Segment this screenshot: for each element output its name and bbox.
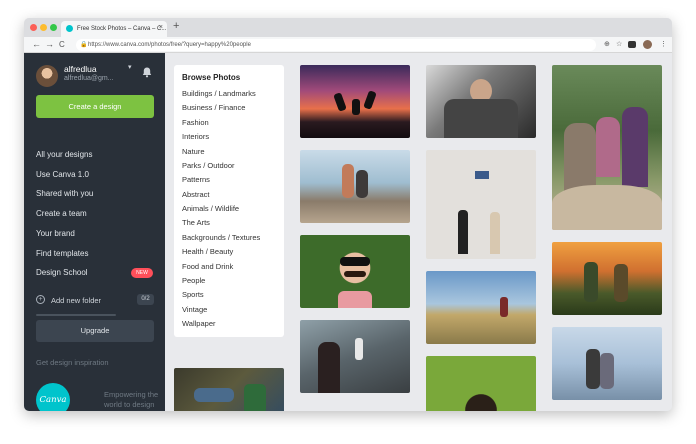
browse-title: Browse Photos bbox=[182, 73, 241, 82]
nav-use-canva-1[interactable]: Use Canva 1.0 bbox=[36, 170, 89, 179]
photo-field-walk[interactable] bbox=[426, 271, 536, 344]
tab-title: Free Stock Photos – Canva – C... bbox=[77, 26, 167, 32]
forward-icon[interactable]: → bbox=[45, 39, 54, 49]
category-backgrounds-textures[interactable]: Backgrounds / Textures bbox=[182, 233, 260, 242]
category-buildings-landmarks[interactable]: Buildings / Landmarks bbox=[182, 89, 256, 98]
category-the-arts[interactable]: The Arts bbox=[182, 218, 210, 227]
browser-window: Free Stock Photos – Canva – C... × + ← →… bbox=[24, 18, 672, 411]
category-food-drink[interactable]: Food and Drink bbox=[182, 262, 233, 271]
tagline: Empowering the world to design bbox=[104, 390, 159, 409]
create-design-button[interactable]: Create a design bbox=[36, 95, 154, 118]
profile-avatar-icon[interactable] bbox=[643, 40, 652, 49]
notification-bell-icon[interactable] bbox=[141, 66, 153, 78]
avatar[interactable] bbox=[36, 65, 58, 87]
add-folder-button[interactable]: Add new folder bbox=[51, 296, 101, 305]
category-vintage[interactable]: Vintage bbox=[182, 305, 207, 314]
photo-family-rock[interactable] bbox=[552, 65, 662, 230]
canva-logo: Canva bbox=[36, 383, 70, 411]
category-animals-wildlife[interactable]: Animals / Wildlife bbox=[182, 204, 239, 213]
new-badge: NEW bbox=[131, 268, 153, 278]
add-folder-icon[interactable]: + bbox=[36, 295, 45, 304]
user-email: alfredlua@gm... bbox=[64, 75, 114, 82]
category-people[interactable]: People bbox=[182, 276, 205, 285]
minimize-window-button[interactable] bbox=[40, 24, 47, 31]
design-inspiration-link[interactable]: Get design inspiration bbox=[36, 358, 109, 367]
maximize-window-button[interactable] bbox=[50, 24, 57, 31]
category-business-finance[interactable]: Business / Finance bbox=[182, 103, 245, 112]
category-nature[interactable]: Nature bbox=[182, 147, 205, 156]
back-icon[interactable]: ← bbox=[32, 39, 41, 49]
nav-shared-with-you[interactable]: Shared with you bbox=[36, 189, 93, 198]
address-bar: ← → C 🔒 https://www.canva.com/photos/fre… bbox=[24, 37, 672, 53]
category-sports[interactable]: Sports bbox=[182, 290, 204, 299]
photo-kids-sunset[interactable] bbox=[552, 242, 662, 315]
browser-menu-icon[interactable]: ⋮ bbox=[660, 40, 667, 48]
browse-photos-panel: Browse Photos Buildings / Landmarks Busi… bbox=[174, 65, 284, 337]
lock-icon: 🔒 bbox=[80, 42, 88, 48]
main-content: Browse Photos Buildings / Landmarks Busi… bbox=[165, 53, 672, 411]
photo-group-selfie[interactable] bbox=[426, 65, 536, 138]
category-parks-outdoor[interactable]: Parks / Outdoor bbox=[182, 161, 235, 170]
category-health-beauty[interactable]: Health / Beauty bbox=[182, 247, 233, 256]
user-name[interactable]: alfredlua bbox=[64, 64, 97, 74]
category-wallpaper[interactable]: Wallpaper bbox=[182, 319, 216, 328]
photo-green-portrait[interactable] bbox=[426, 356, 536, 411]
category-abstract[interactable]: Abstract bbox=[182, 190, 210, 199]
canva-favicon-icon bbox=[66, 25, 73, 32]
photo-beach-friends[interactable] bbox=[300, 150, 410, 223]
url-field[interactable]: 🔒 https://www.canva.com/photos/free/?que… bbox=[76, 39, 596, 51]
photo-fake-mustache[interactable] bbox=[300, 235, 410, 308]
sidebar: alfredlua ▾ alfredlua@gm... Create a des… bbox=[24, 53, 165, 411]
nav-find-templates[interactable]: Find templates bbox=[36, 249, 88, 258]
photo-jumping-sunset[interactable] bbox=[300, 65, 410, 138]
new-tab-button[interactable]: + bbox=[173, 20, 179, 32]
close-window-button[interactable] bbox=[30, 24, 37, 31]
category-interiors[interactable]: Interiors bbox=[182, 132, 209, 141]
tab-bar: Free Stock Photos – Canva – C... × + bbox=[24, 18, 672, 37]
folder-count-badge: 0/2 bbox=[137, 294, 154, 305]
bookmark-star-icon[interactable]: ☆ bbox=[616, 40, 622, 48]
browser-tab[interactable]: Free Stock Photos – Canva – C... × bbox=[61, 21, 167, 37]
url-text: https://www.canva.com/photos/free/?query… bbox=[88, 42, 251, 48]
zoom-icon[interactable]: ⊕ bbox=[604, 40, 610, 48]
nav-design-school[interactable]: Design School bbox=[36, 268, 88, 277]
category-patterns[interactable]: Patterns bbox=[182, 175, 210, 184]
account-dropdown-icon[interactable]: ▾ bbox=[128, 63, 132, 71]
nav-your-brand[interactable]: Your brand bbox=[36, 229, 75, 238]
tab-close-icon[interactable]: × bbox=[159, 24, 163, 31]
photo-couple-sea[interactable] bbox=[552, 327, 662, 400]
sidebar-scrollbar[interactable] bbox=[36, 314, 116, 316]
photo-couple-wall[interactable] bbox=[426, 150, 536, 259]
nav-all-designs[interactable]: All your designs bbox=[36, 150, 92, 159]
photo-sofa-friends[interactable] bbox=[174, 368, 284, 411]
photo-railway-woman[interactable] bbox=[300, 320, 410, 393]
reload-icon[interactable]: C bbox=[59, 40, 65, 49]
nav-create-team[interactable]: Create a team bbox=[36, 209, 87, 218]
extension-icon[interactable] bbox=[628, 41, 636, 48]
category-fashion[interactable]: Fashion bbox=[182, 118, 209, 127]
upgrade-button[interactable]: Upgrade bbox=[36, 320, 154, 342]
